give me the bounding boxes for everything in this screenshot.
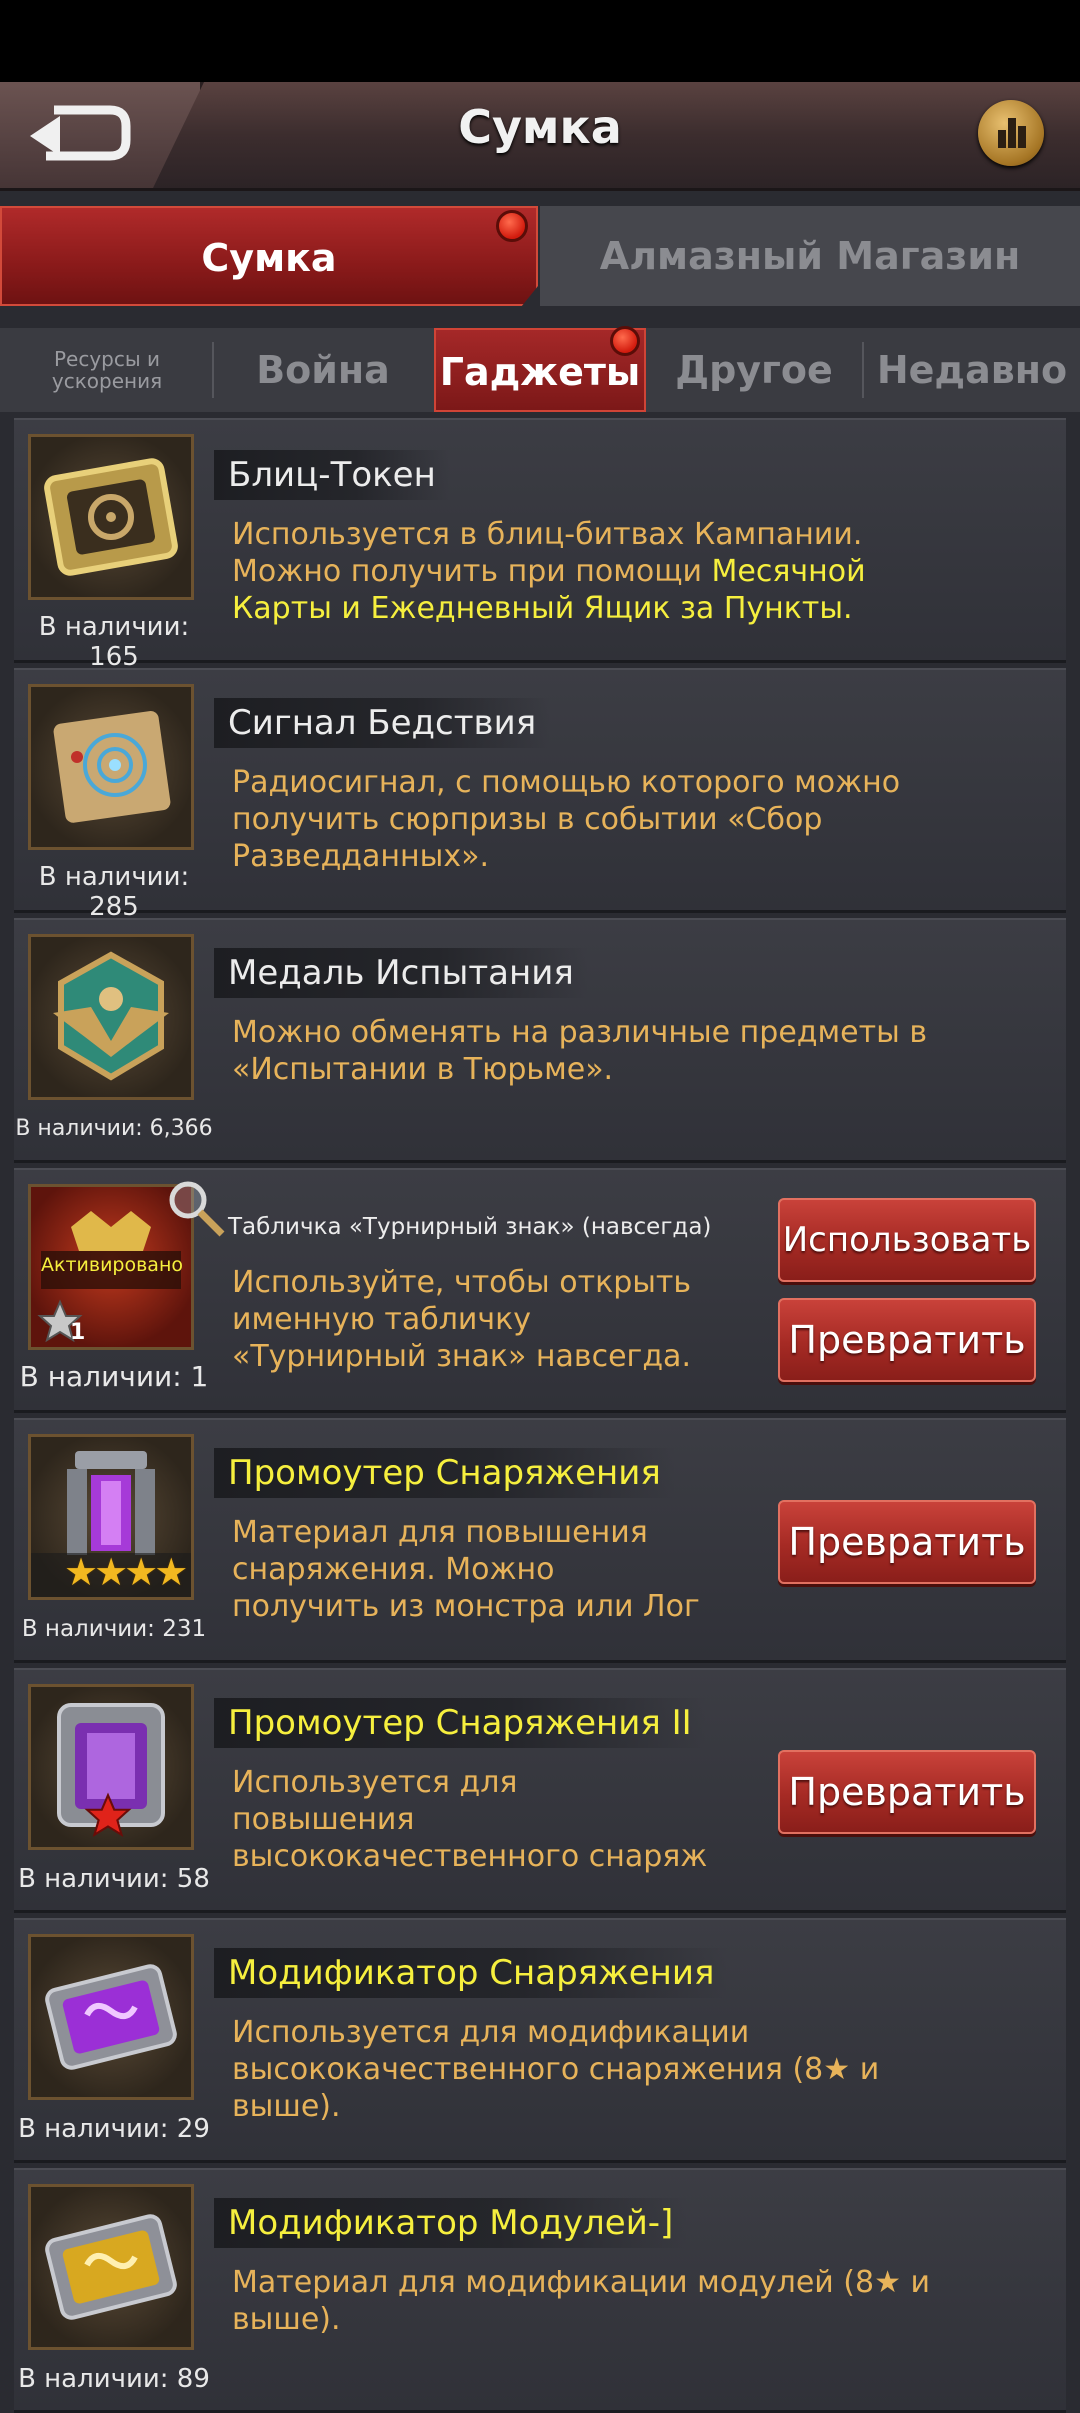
- eagle-medal-icon: [53, 951, 169, 1081]
- purple-chip-icon: [45, 1964, 177, 2070]
- tab-other[interactable]: Другое: [654, 328, 854, 412]
- list-item[interactable]: В наличии: 6,366 Медаль Испытания Можно …: [14, 918, 1066, 1163]
- star-level-badge: 1: [36, 1298, 86, 1346]
- item-icon-frame: [28, 1684, 194, 1850]
- item-icon-frame: [28, 434, 194, 600]
- category-tabs: Ресурсы и ускорения Война Гаджеты Другое …: [0, 326, 1080, 412]
- list-item[interactable]: В наличии: 58 Промоутер Снаряжения II Ис…: [14, 1668, 1066, 1913]
- item-icon-frame: [28, 2184, 194, 2350]
- bar-chart-icon: [998, 130, 1006, 148]
- item-name: Сигнал Бедствия: [214, 698, 551, 748]
- list-item[interactable]: ★★★★ В наличии: 231 Промоутер Снаряжения…: [14, 1418, 1066, 1663]
- top-bar: Сумка: [0, 82, 1080, 191]
- tab-bag[interactable]: Сумка: [0, 206, 538, 306]
- list-item[interactable]: В наличии: 89 Модификатор Модулей-] Мате…: [14, 2168, 1066, 2413]
- list-item[interactable]: В наличии: 29 Модификатор Снаряжения Исп…: [14, 1918, 1066, 2163]
- item-count: В наличии: 6,366: [15, 1116, 213, 1141]
- item-description: Используется для повышения высококачеств…: [232, 1765, 708, 1874]
- item-description: Используйте, чтобы открыть именную табли…: [232, 1265, 692, 1374]
- item-name: Промоутер Снаряжения: [214, 1448, 675, 1498]
- item-name: Модификатор Снаряжения: [214, 1948, 729, 1998]
- tab-war[interactable]: Война: [220, 328, 426, 412]
- item-count: В наличии: 285: [38, 862, 190, 922]
- list-item[interactable]: В наличии: 165 Блиц-Токен Используется в…: [14, 418, 1066, 672]
- item-count: В наличии: 165: [38, 612, 190, 672]
- item-name: Модификатор Модулей-]: [214, 2198, 688, 2248]
- convert-button[interactable]: Превратить: [778, 1500, 1036, 1584]
- page-title: Сумка: [458, 100, 622, 154]
- item-name: Медаль Испытания: [214, 948, 588, 998]
- item-description: Материал для модификации модулей (8★ и в…: [232, 2265, 931, 2337]
- tab-recent[interactable]: Недавно: [868, 328, 1076, 412]
- item-icon-frame: [28, 684, 194, 850]
- item-count: В наличии: 231: [21, 1616, 207, 1642]
- use-button[interactable]: Использовать: [778, 1198, 1036, 1282]
- tab-resources[interactable]: Ресурсы и ускорения: [10, 328, 204, 412]
- item-count: В наличии: 58: [18, 1864, 210, 1894]
- item-icon-frame: [28, 1934, 194, 2100]
- star-rating: ★★★★: [64, 1550, 188, 1594]
- item-name: Блиц-Токен: [214, 450, 450, 500]
- list-item[interactable]: Активировано 1 В наличии: 1 Табличка «Ту…: [14, 1168, 1066, 1413]
- item-name: Табличка «Турнирный знак» (навсегда): [228, 1214, 712, 1240]
- item-description: Можно обменять на различные предметы в «…: [232, 1015, 927, 1087]
- gold-chip-icon: [45, 2214, 177, 2320]
- item-icon-frame: [28, 934, 194, 1100]
- item-description: Радиосигнал, с помощью которого можно по…: [232, 765, 901, 874]
- status-bar: [0, 0, 1080, 82]
- item-description: Используется для модификации высококачес…: [232, 2015, 880, 2124]
- tab-diamond-shop[interactable]: Алмазный Магазин: [540, 206, 1080, 306]
- convert-button[interactable]: Превратить: [778, 1298, 1036, 1382]
- item-description: Материал для повышения снаряжения. Можно…: [232, 1515, 700, 1624]
- biohazard-tablet-icon: [44, 458, 178, 576]
- item-description: Используется в блиц-битвах Кампании. Мож…: [232, 517, 866, 626]
- item-count: В наличии: 1: [19, 1360, 209, 1393]
- activated-label: Активировано: [40, 1254, 183, 1276]
- stats-button[interactable]: [978, 100, 1044, 166]
- main-tabs: Сумка Алмазный Магазин: [0, 206, 1080, 314]
- red-star-icon: [84, 1792, 132, 1838]
- notification-dot: [610, 326, 640, 356]
- item-count: В наличии: 29: [18, 2114, 210, 2144]
- radar-scroll-icon: [53, 711, 171, 823]
- list-item[interactable]: В наличии: 285 Сигнал Бедствия Радиосигн…: [14, 668, 1066, 922]
- notification-dot: [496, 210, 528, 242]
- item-count: В наличии: 89: [18, 2364, 210, 2394]
- item-name: Промоутер Снаряжения II: [214, 1698, 706, 1748]
- convert-button[interactable]: Превратить: [778, 1750, 1036, 1834]
